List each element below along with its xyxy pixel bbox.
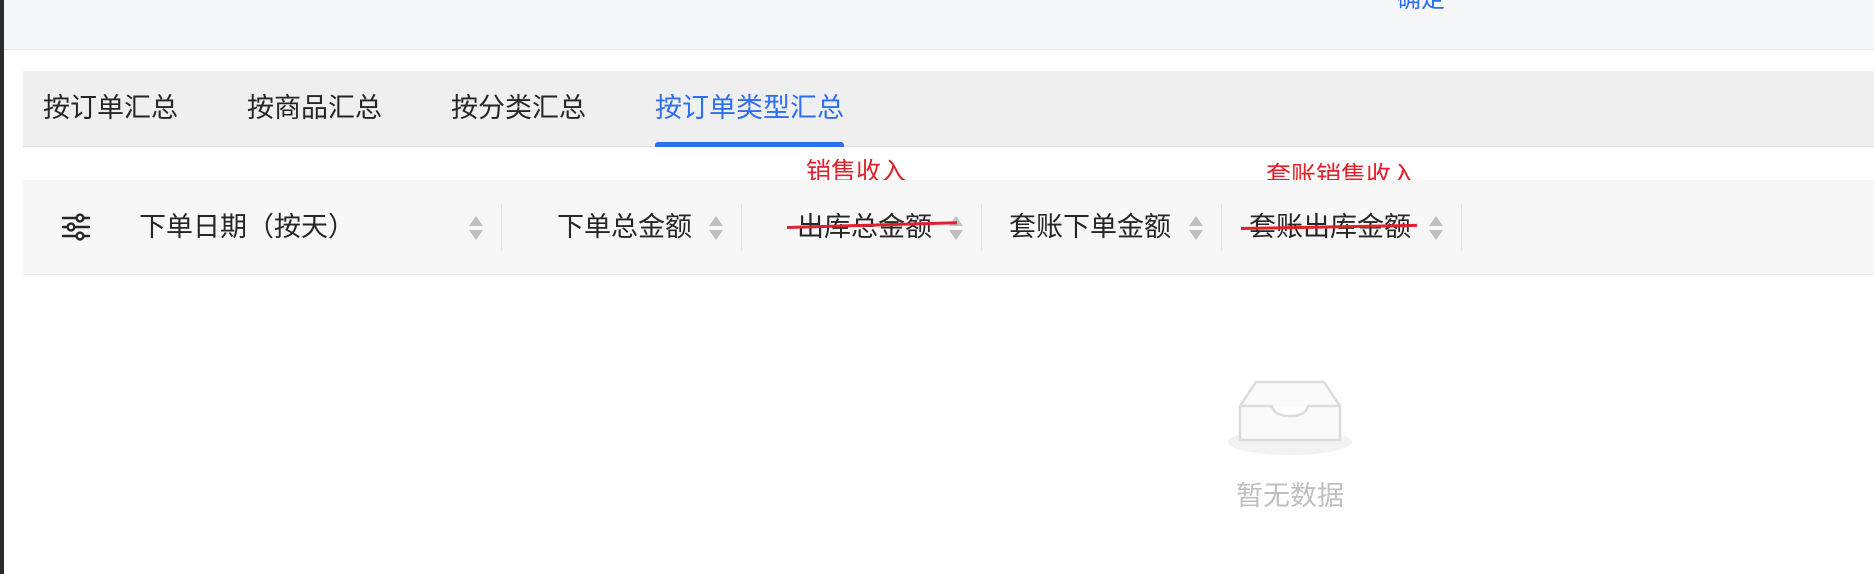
column-label: 下单日期（按天）	[139, 212, 355, 243]
column-label: 下单总金额	[557, 212, 692, 243]
top-toolbar: 确定	[4, 0, 1874, 50]
sort-icon[interactable]	[1187, 214, 1205, 242]
column-divider	[981, 204, 982, 251]
column-divider	[501, 204, 502, 251]
column-divider	[1461, 204, 1462, 251]
sort-icon[interactable]	[947, 214, 965, 242]
empty-state-text: 暂无数据	[1236, 481, 1344, 512]
tab-by-order[interactable]: 按订单汇总	[43, 71, 178, 147]
tab-by-category[interactable]: 按分类汇总	[451, 71, 586, 147]
confirm-link[interactable]: 确定	[1397, 0, 1445, 11]
tab-by-order-type[interactable]: 按订单类型汇总	[655, 71, 844, 147]
summary-tabs: 按订单汇总 按商品汇总 按分类汇总 按订单类型汇总	[23, 71, 1874, 147]
column-divider	[741, 204, 742, 251]
column-settings-icon[interactable]	[59, 210, 93, 244]
window-left-edge	[0, 0, 4, 574]
tab-by-product[interactable]: 按商品汇总	[247, 71, 382, 147]
empty-state-illustration	[1220, 370, 1360, 464]
table-header: 下单日期（按天） 下单总金额 出库总金额 套账下单金额 套账出库金额	[23, 180, 1874, 275]
empty-inbox-icon	[1228, 380, 1352, 455]
sort-icon[interactable]	[1427, 214, 1445, 242]
column-divider	[1221, 204, 1222, 251]
column-label: 套账下单金额	[1009, 212, 1171, 243]
sort-icon[interactable]	[467, 214, 485, 242]
sort-icon[interactable]	[707, 214, 725, 242]
